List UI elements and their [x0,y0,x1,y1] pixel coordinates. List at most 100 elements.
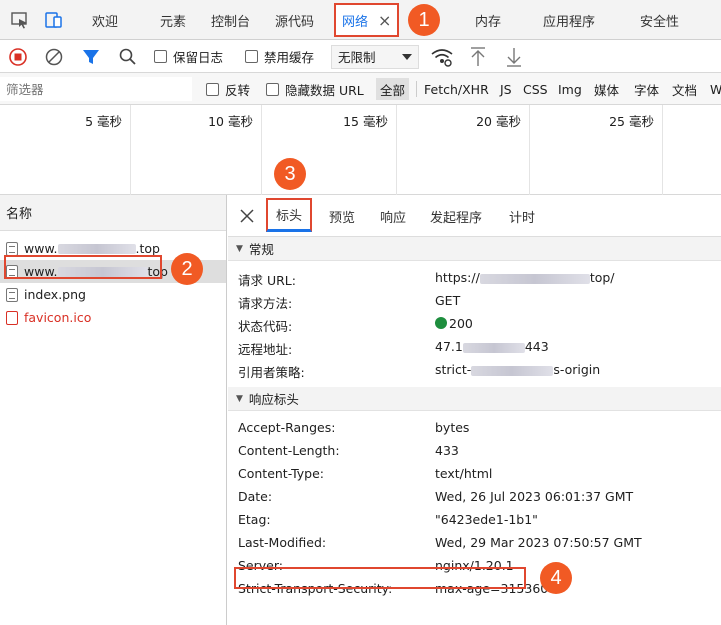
request-name: index.png [24,287,86,302]
header-key: Accept-Ranges: [238,420,336,435]
devtools-tab-bar: 欢迎 元素 控制台 源代码 网络 × 内存 应用程序 安全性 [0,0,721,40]
tab-initiator[interactable]: 发起程序 [430,195,482,237]
general-section-header[interactable]: ▼ 常规 [228,237,721,261]
hide-data-urls-checkbox[interactable]: 隐藏数据 URL [266,73,364,105]
header-row-request-url: 请求 URL: https:// top/ [228,266,721,289]
filter-type-doc[interactable]: 文档 [672,73,697,105]
tab-timing[interactable]: 计时 [509,195,535,237]
timeline-tick-label: 20 毫秒 [476,114,521,129]
header-key: 远程地址: [238,342,293,357]
timeline-overview[interactable]: 5 毫秒 10 毫秒 15 毫秒 20 毫秒 25 毫秒 [0,105,721,195]
tab-security[interactable]: 安全性 [640,0,679,40]
tab-headers[interactable]: 标头 [266,198,313,232]
export-har-icon[interactable] [505,46,523,68]
filter-type-ws[interactable]: W [710,73,721,105]
timeline-tick: 10 毫秒 [131,105,262,195]
filter-type-css[interactable]: CSS [523,73,548,105]
filter-type-all[interactable]: 全部 [376,78,410,100]
callout-badge-4: 4 [540,562,572,594]
callout-badge-2: 2 [171,253,203,285]
preserve-log-label: 保留日志 [173,50,224,65]
response-header-row: Etag: "6423ede1-1b1" [228,508,721,531]
callout-badge-1: 1 [408,4,440,36]
filter-type-font[interactable]: 字体 [634,73,659,105]
throttling-select[interactable]: 无限制 [331,40,419,73]
header-value: Wed, 29 Mar 2023 07:50:57 GMT [435,535,642,550]
value-part: strict- [435,362,472,377]
invert-label: 反转 [225,82,251,98]
header-key: 请求方法: [238,296,293,311]
checkbox-icon [245,50,258,63]
redacted-text [57,243,136,254]
filter-input[interactable] [0,77,192,101]
header-value: bytes [435,420,470,435]
tab-sources[interactable]: 源代码 [275,0,314,40]
filter-type-js[interactable]: JS [500,73,512,105]
details-tab-bar: 标头 预览 响应 发起程序 计时 [228,195,721,237]
timeline-tick-label: 25 毫秒 [609,114,654,129]
tab-memory[interactable]: 内存 [475,0,501,40]
timeline-tick: 20 毫秒 [397,105,530,195]
header-key: Last-Modified: [238,535,327,550]
request-row-failed[interactable]: favicon.ico [0,306,226,329]
header-value: https:// top/ [435,270,615,285]
response-header-row: Content-Length: 433 [228,439,721,462]
value-part: 443 [524,339,549,354]
header-value: GET [435,293,461,308]
timeline-tick: 25 毫秒 [530,105,663,195]
tab-network-label: 网络 [342,14,369,30]
header-key: Content-Length: [238,443,340,458]
network-conditions-icon[interactable] [430,46,454,68]
filter-type-fetch-xhr[interactable]: Fetch/XHR [424,73,489,105]
filter-type-media[interactable]: 媒体 [594,73,619,105]
redacted-text [479,273,590,284]
expand-triangle-icon: ▼ [236,393,243,404]
header-row-status-code: 状态代码: 200 [228,312,721,335]
header-key: Content-Type: [238,466,324,481]
checkbox-icon [154,50,167,63]
invert-checkbox[interactable]: 反转 [206,73,250,105]
tab-network[interactable]: 网络 × [334,3,400,37]
header-row-request-method: 请求方法: GET [228,289,721,312]
header-row-remote-address: 远程地址: 47.1 443 [228,335,721,358]
header-value: strict-s-origin [435,362,600,377]
request-name-suffix: .top [135,241,160,256]
close-icon[interactable]: × [378,11,391,30]
disable-cache-checkbox[interactable]: 禁用缓存 [245,40,314,73]
response-header-row: Last-Modified: Wed, 29 Mar 2023 07:50:57 … [228,531,721,554]
tab-console[interactable]: 控制台 [211,0,250,40]
value-part: https:// [435,270,480,285]
request-details: 标头 预览 响应 发起程序 计时 ▼ 常规 请求 URL: https:// to… [228,195,721,625]
close-details-icon[interactable] [240,209,254,223]
tab-elements[interactable]: 元素 [160,0,186,40]
record-stop-icon[interactable] [8,47,28,67]
image-file-icon [6,287,18,302]
device-emulation-icon[interactable] [44,10,64,30]
header-value: 47.1 443 [435,339,549,354]
request-name-prefix: www. [24,241,58,256]
filter-bar: 反转 隐藏数据 URL 全部 Fetch/XHR JS CSS Img 媒体 字… [0,73,721,105]
header-key: 引用者策略: [238,365,305,380]
highlight-box-request [4,255,162,279]
section-title: 常规 [248,242,274,257]
tab-response[interactable]: 响应 [380,195,406,237]
tab-welcome[interactable]: 欢迎 [92,0,118,40]
name-column-header[interactable]: 名称 [0,195,226,231]
header-key: 状态代码: [238,319,293,334]
import-har-icon[interactable] [469,46,487,68]
tab-application[interactable]: 应用程序 [543,0,595,40]
clear-icon[interactable] [44,47,64,67]
failed-request-icon [6,310,18,325]
filter-type-img[interactable]: Img [558,73,582,105]
preserve-log-checkbox[interactable]: 保留日志 [154,40,223,73]
search-icon[interactable] [118,47,138,67]
request-row[interactable]: index.png [0,283,226,306]
checkbox-icon [206,82,219,96]
filter-icon[interactable] [82,47,100,67]
inspect-element-icon[interactable] [10,10,30,30]
request-name: favicon.ico [24,310,92,325]
redacted-text [462,342,525,353]
response-headers-section-header[interactable]: ▼ 响应标头 [228,387,721,411]
tab-preview[interactable]: 预览 [329,195,355,237]
status-code-value: 200 [449,316,473,331]
